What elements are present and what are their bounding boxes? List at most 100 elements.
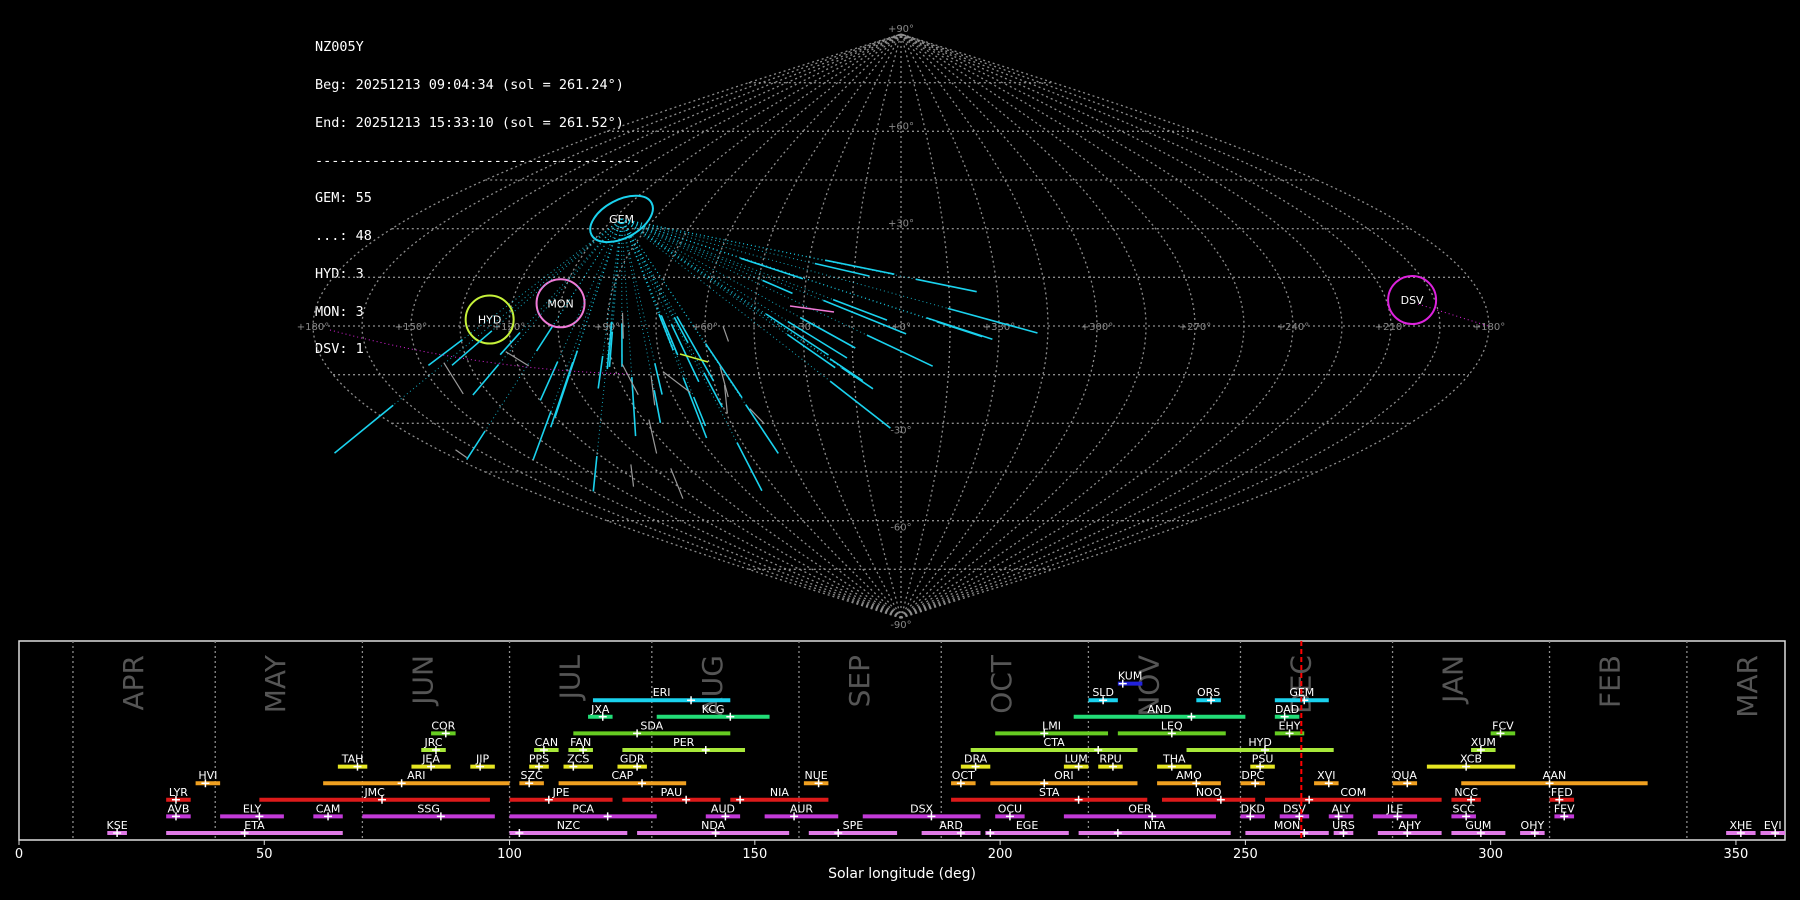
gem-meteor-track bbox=[866, 334, 934, 367]
gem-meteor-track bbox=[703, 372, 724, 408]
longitude-label: +240° bbox=[1277, 322, 1309, 333]
gem-meteor-track bbox=[786, 333, 836, 369]
gem-backtrack bbox=[550, 218, 623, 412]
shower-label-dsv: DSV bbox=[1283, 802, 1306, 815]
shower-label-dsx: DSX bbox=[910, 802, 933, 815]
shower-label-pps: PPS bbox=[529, 753, 549, 766]
shower-label-xcb: XCB bbox=[1460, 753, 1482, 766]
longitude-label: +60° bbox=[692, 322, 718, 333]
gem-meteor-track bbox=[658, 313, 675, 351]
gem-meteor-track bbox=[654, 363, 663, 395]
sporadic-meteor-track bbox=[648, 419, 658, 454]
longitude-label: +90° bbox=[594, 322, 620, 333]
shower-label-fev: FEV bbox=[1554, 802, 1575, 815]
shower-label-fan: FAN bbox=[570, 736, 591, 749]
sporadic-meteor-track bbox=[455, 449, 468, 459]
shower-label-ely: ELY bbox=[243, 802, 262, 815]
shower-label-hyd: HYD bbox=[1248, 736, 1271, 749]
shower-label-xum: XUM bbox=[1471, 736, 1496, 749]
shower-label-ard: ARD bbox=[939, 819, 963, 832]
latitude-label: -60° bbox=[890, 523, 911, 534]
x-axis-title: Solar longitude (deg) bbox=[828, 866, 976, 882]
shower-label-oer: OER bbox=[1128, 802, 1152, 815]
gem-meteor-track bbox=[829, 358, 864, 382]
gem-meteor-track bbox=[915, 278, 977, 293]
latitude-label: +60° bbox=[888, 121, 914, 132]
shower-label-nue: NUE bbox=[805, 769, 828, 782]
shower-label-ohy: OHY bbox=[1521, 819, 1545, 832]
latitude-label: +30° bbox=[888, 219, 914, 230]
shower-label-fcv: FCV bbox=[1492, 719, 1514, 732]
shower-label-spe: SPE bbox=[843, 819, 864, 832]
gem-backtrack bbox=[519, 218, 622, 334]
gem-meteor-track bbox=[653, 390, 662, 423]
gem-backtrack bbox=[621, 218, 660, 315]
shower-label-and: AND bbox=[1147, 703, 1171, 716]
month-label: JAN bbox=[1437, 655, 1470, 705]
shower-peak-com bbox=[1305, 795, 1314, 804]
shower-label-com: COM bbox=[1340, 786, 1366, 799]
shower-label-oct: OCT bbox=[952, 769, 975, 782]
shower-label-jxa: JXA bbox=[590, 703, 610, 716]
shower-peak-and bbox=[1187, 712, 1196, 721]
shower-label-tah: TAH bbox=[341, 753, 364, 766]
shower-peak-sta bbox=[1074, 795, 1083, 804]
sporadic-meteor-track bbox=[443, 362, 464, 395]
shower-label-aur: AUR bbox=[790, 802, 814, 815]
gem-meteor-track bbox=[333, 404, 394, 454]
shower-label-ori: ORI bbox=[1054, 769, 1074, 782]
latitude-label: -90° bbox=[890, 620, 911, 631]
shower-label-ocu: OCU bbox=[998, 802, 1022, 815]
shower-label-lum: LUM bbox=[1065, 753, 1088, 766]
x-tick-label: 300 bbox=[1478, 847, 1503, 862]
shower-label-ncc: NCC bbox=[1454, 786, 1478, 799]
gem-meteor-track bbox=[592, 456, 598, 492]
shower-label-cam: CAM bbox=[316, 802, 341, 815]
gem-backtrack bbox=[621, 218, 684, 378]
month-label: JUL bbox=[554, 655, 587, 702]
shower-label-jea: JEA bbox=[421, 753, 440, 766]
radiant-hyd-label: HYD bbox=[478, 314, 501, 327]
month-label: OCT bbox=[985, 654, 1018, 714]
shower-label-tha: THA bbox=[1162, 753, 1186, 766]
shower-label-kcg: KCG bbox=[702, 703, 725, 716]
shower-label-nzc: NZC bbox=[557, 819, 581, 832]
x-tick-label: 350 bbox=[1724, 847, 1749, 862]
shower-label-ssg: SSG bbox=[417, 802, 440, 815]
gem-backtrack bbox=[392, 218, 622, 406]
shower-label-sld: SLD bbox=[1092, 686, 1114, 699]
chart-canvas: +180° +150° +120° +90° +60° +30° +0° +330° +300°… bbox=[15, 24, 1786, 882]
shower-label-mon: MON bbox=[1274, 819, 1300, 832]
gem-meteor-track bbox=[745, 404, 779, 454]
x-tick-label: 50 bbox=[256, 847, 273, 862]
shower-peak-spe bbox=[834, 829, 843, 837]
shower-label-noo: NOO bbox=[1196, 786, 1222, 799]
shower-label-can: CAN bbox=[535, 736, 558, 749]
shower-label-kum: KUM bbox=[1118, 670, 1142, 683]
sporadic-meteor-track bbox=[621, 312, 624, 339]
x-tick-label: 150 bbox=[742, 847, 767, 862]
shower-label-evi: EVI bbox=[1764, 819, 1782, 832]
shower-label-cap: CAP bbox=[611, 769, 633, 782]
shower-label-psu: PSU bbox=[1252, 753, 1274, 766]
shower-peak-cap bbox=[638, 779, 647, 788]
shower-peak-nia bbox=[736, 795, 745, 804]
sporadic-meteor-track bbox=[505, 351, 529, 367]
shower-label-nta: NTA bbox=[1144, 819, 1166, 832]
shower-peak-pca bbox=[603, 812, 612, 821]
shower-label-jle: JLE bbox=[1386, 802, 1403, 815]
shower-label-pau: PAU bbox=[661, 786, 683, 799]
radiant-mon-label: MON bbox=[547, 297, 573, 310]
radiant-dsv-label: DSV bbox=[1401, 294, 1424, 307]
shower-label-xvi: XVI bbox=[1317, 769, 1335, 782]
shower-label-ehy: EHY bbox=[1279, 719, 1301, 732]
shower-label-qua: QUA bbox=[1393, 769, 1418, 782]
shower-peak-nta bbox=[1113, 829, 1122, 837]
meteor-tracks bbox=[329, 218, 1489, 499]
shower-label-dra: DRA bbox=[964, 753, 988, 766]
shower-label-ahy: AHY bbox=[1398, 819, 1421, 832]
month-label: FEB bbox=[1594, 655, 1627, 708]
gem-meteor-track bbox=[822, 299, 907, 335]
shower-label-aud: AUD bbox=[711, 802, 735, 815]
gem-meteor-track bbox=[660, 315, 679, 356]
